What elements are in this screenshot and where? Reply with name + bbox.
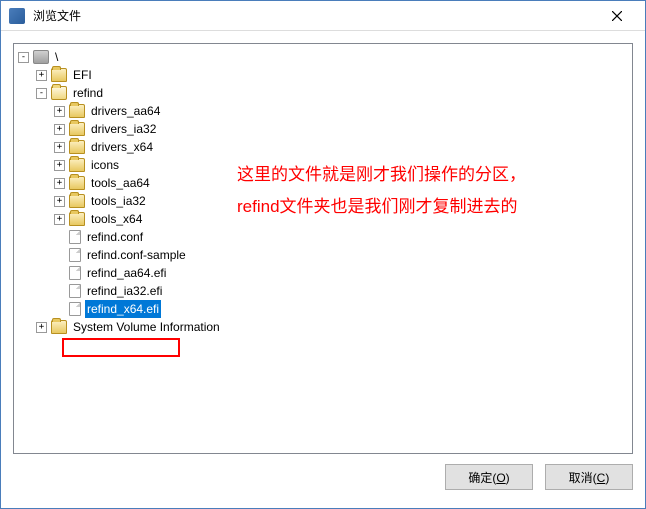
file-icon xyxy=(69,284,81,298)
titlebar: 浏览文件 xyxy=(1,1,645,31)
expander-icon[interactable]: + xyxy=(54,196,65,207)
tree-folder-efi[interactable]: + EFI xyxy=(16,66,630,84)
tree-label: drivers_aa64 xyxy=(89,102,162,120)
expander-icon[interactable]: + xyxy=(54,214,65,225)
tree-label: tools_ia32 xyxy=(89,192,148,210)
tree-label: \ xyxy=(53,48,60,66)
tree-label: System Volume Information xyxy=(71,318,222,336)
tree-file-selected[interactable]: refind_x64.efi xyxy=(16,300,630,318)
tree-folder-refind[interactable]: - refind xyxy=(16,84,630,102)
tree-label: tools_aa64 xyxy=(89,174,152,192)
folder-closed-icon xyxy=(69,212,85,226)
tree-file[interactable]: refind.conf-sample xyxy=(16,246,630,264)
expander-icon[interactable]: + xyxy=(36,322,47,333)
tree-label: refind_aa64.efi xyxy=(85,264,168,282)
tree-panel[interactable]: - \ + EFI - refind + drivers_aa64 + xyxy=(13,43,633,454)
tree-label: refind.conf-sample xyxy=(85,246,188,264)
close-button[interactable] xyxy=(597,2,637,30)
tree-label: icons xyxy=(89,156,121,174)
annotation-line: 这里的文件就是刚才我们操作的分区， xyxy=(237,159,526,191)
annotation-text: 这里的文件就是刚才我们操作的分区， refind文件夹也是我们刚才复制进去的 xyxy=(237,159,526,223)
expander-icon[interactable]: + xyxy=(54,178,65,189)
tree-root[interactable]: - \ xyxy=(16,48,630,66)
expander-icon[interactable]: + xyxy=(36,70,47,81)
tree-label: drivers_ia32 xyxy=(89,120,158,138)
browse-file-dialog: 浏览文件 - \ + EFI - refind + xyxy=(0,0,646,509)
folder-closed-icon xyxy=(69,140,85,154)
tree-label: refind xyxy=(71,84,105,102)
tree-label: refind_ia32.efi xyxy=(85,282,164,300)
folder-closed-icon xyxy=(51,320,67,334)
drive-icon xyxy=(33,50,49,64)
titlebar-text: 浏览文件 xyxy=(33,7,597,24)
tree-folder[interactable]: + drivers_ia32 xyxy=(16,120,630,138)
folder-closed-icon xyxy=(51,68,67,82)
folder-open-icon xyxy=(51,86,67,100)
file-icon xyxy=(69,266,81,280)
expander-icon[interactable]: + xyxy=(54,124,65,135)
tree-label: refind_x64.efi xyxy=(85,300,161,318)
button-row: 确定(O) 取消(C) xyxy=(13,464,633,496)
close-icon xyxy=(612,11,622,21)
tree-label: refind.conf xyxy=(85,228,145,246)
tree-file[interactable]: refind_aa64.efi xyxy=(16,264,630,282)
expander-icon[interactable]: - xyxy=(36,88,47,99)
annotation-line: refind文件夹也是我们刚才复制进去的 xyxy=(237,191,526,223)
tree-label: tools_x64 xyxy=(89,210,144,228)
expander-icon[interactable]: - xyxy=(18,52,29,63)
file-icon xyxy=(69,248,81,262)
tree-folder[interactable]: + drivers_aa64 xyxy=(16,102,630,120)
tree-folder[interactable]: + drivers_x64 xyxy=(16,138,630,156)
tree-file[interactable]: refind_ia32.efi xyxy=(16,282,630,300)
file-icon xyxy=(69,302,81,316)
ok-button[interactable]: 确定(O) xyxy=(445,464,533,490)
folder-closed-icon xyxy=(69,104,85,118)
tree-label: EFI xyxy=(71,66,94,84)
tree-folder-svi[interactable]: + System Volume Information xyxy=(16,318,630,336)
app-icon xyxy=(9,8,25,24)
expander-icon[interactable]: + xyxy=(54,106,65,117)
expander-icon[interactable]: + xyxy=(54,160,65,171)
folder-closed-icon xyxy=(69,158,85,172)
dialog-content: - \ + EFI - refind + drivers_aa64 + xyxy=(1,31,645,508)
tree-file[interactable]: refind.conf xyxy=(16,228,630,246)
folder-closed-icon xyxy=(69,194,85,208)
folder-closed-icon xyxy=(69,122,85,136)
cancel-button[interactable]: 取消(C) xyxy=(545,464,633,490)
tree-label: drivers_x64 xyxy=(89,138,155,156)
expander-icon[interactable]: + xyxy=(54,142,65,153)
file-icon xyxy=(69,230,81,244)
folder-closed-icon xyxy=(69,176,85,190)
